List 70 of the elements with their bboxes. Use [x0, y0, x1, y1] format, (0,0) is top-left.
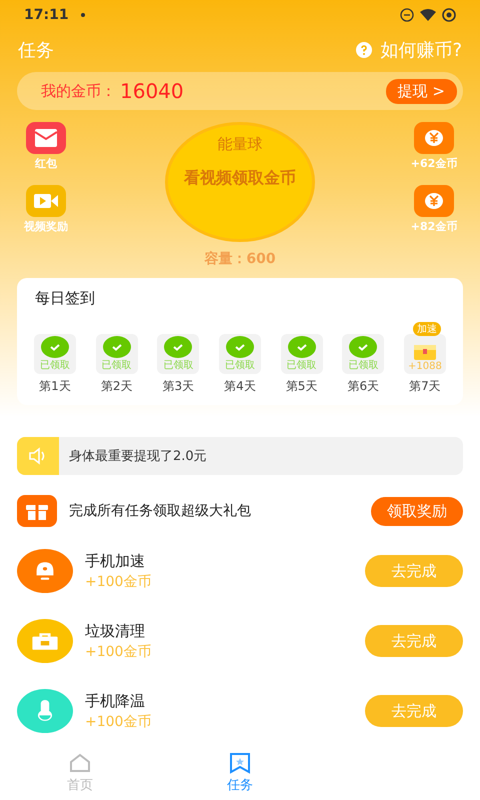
speaker-icon	[17, 437, 59, 475]
bell-icon	[36, 562, 54, 580]
day-status: 已领取	[163, 359, 194, 372]
help-link[interactable]: 如何赚币?	[380, 38, 462, 62]
day-label: 第6天	[347, 378, 380, 395]
check-icon	[102, 336, 131, 358]
yuan-coin-icon	[414, 122, 454, 154]
coin-reward-label[interactable]: +82金币	[410, 219, 458, 234]
task-reward: +100金币	[85, 712, 152, 730]
day-label: 第3天	[162, 378, 194, 395]
thermometer-icon	[38, 700, 52, 721]
action-label[interactable]: 红包	[35, 156, 57, 171]
day-tile[interactable]: +1088	[404, 334, 446, 374]
balance-label: 我的金币：	[41, 82, 116, 100]
withdraw-button[interactable]: 提现 >	[386, 78, 457, 104]
complete-task-button[interactable]: 去完成	[365, 555, 463, 587]
day-label: 第4天	[224, 378, 256, 395]
day-tile[interactable]: 已领取	[280, 334, 323, 374]
do-not-disturb-icon	[400, 8, 414, 22]
check-icon	[349, 336, 378, 358]
task-title: 手机加速	[85, 552, 146, 570]
home-icon	[68, 752, 92, 774]
task-reward: +100金币	[85, 572, 152, 590]
day-tile[interactable]: 已领取	[34, 334, 76, 374]
claim-reward-button[interactable]: 领取奖励	[371, 496, 463, 526]
day-tile[interactable]: 已领取	[218, 334, 261, 374]
day-tile[interactable]: 已领取	[157, 334, 200, 374]
clock: 17:11	[24, 7, 69, 23]
task-reward: +100金币	[85, 642, 152, 660]
check-icon	[164, 336, 192, 358]
day-tile[interactable]: 已领取	[342, 334, 384, 374]
check-icon	[226, 336, 254, 358]
page-title: 任务	[18, 39, 54, 62]
capacity-label: 容量：600	[204, 250, 276, 268]
toolbox-icon	[32, 633, 58, 650]
coin-reward-label[interactable]: +62金币	[410, 156, 458, 171]
gift-text: 完成所有任务领取超级大礼包	[69, 502, 251, 520]
gift-icon	[17, 495, 57, 527]
day-label: 第1天	[39, 378, 71, 395]
action-label[interactable]: 视频奖励	[24, 219, 68, 234]
day-status: 已领取	[286, 359, 317, 372]
bookmark-star-icon	[228, 752, 252, 774]
check-icon	[288, 336, 316, 358]
day-status: +1088	[408, 361, 442, 372]
task-title: 手机降温	[85, 692, 146, 710]
day-label: 第7天	[409, 378, 441, 395]
complete-task-button[interactable]: 去完成	[365, 625, 463, 657]
notice-text: 身体最重要提现了2.0元	[69, 448, 207, 465]
energy-ball[interactable]: 能量球 看视频领取金币	[165, 122, 315, 242]
day-status: 已领取	[348, 359, 378, 372]
nav-tab[interactable]: 任务	[160, 748, 320, 800]
yuan-coin-icon	[414, 185, 454, 217]
day-label: 第2天	[100, 378, 132, 395]
notification-dot-icon	[80, 13, 85, 17]
checkin-title: 每日签到	[35, 289, 95, 307]
envelope-icon	[26, 122, 66, 154]
video-camera-icon	[26, 185, 66, 217]
wifi-icon	[420, 9, 436, 21]
day-tile[interactable]: 已领取	[96, 334, 138, 374]
day-label: 第5天	[286, 378, 318, 395]
check-icon	[41, 336, 69, 358]
day-status: 已领取	[224, 359, 255, 372]
nav-tab[interactable]: 首页	[0, 748, 160, 800]
task-title: 垃圾清理	[85, 622, 146, 640]
help-icon	[356, 42, 372, 58]
balance-value: 16040	[120, 79, 184, 103]
complete-task-button[interactable]: 去完成	[365, 695, 463, 727]
day-status: 已领取	[102, 359, 132, 372]
boost-badge: 加速	[412, 322, 441, 336]
day-status: 已领取	[40, 359, 70, 372]
